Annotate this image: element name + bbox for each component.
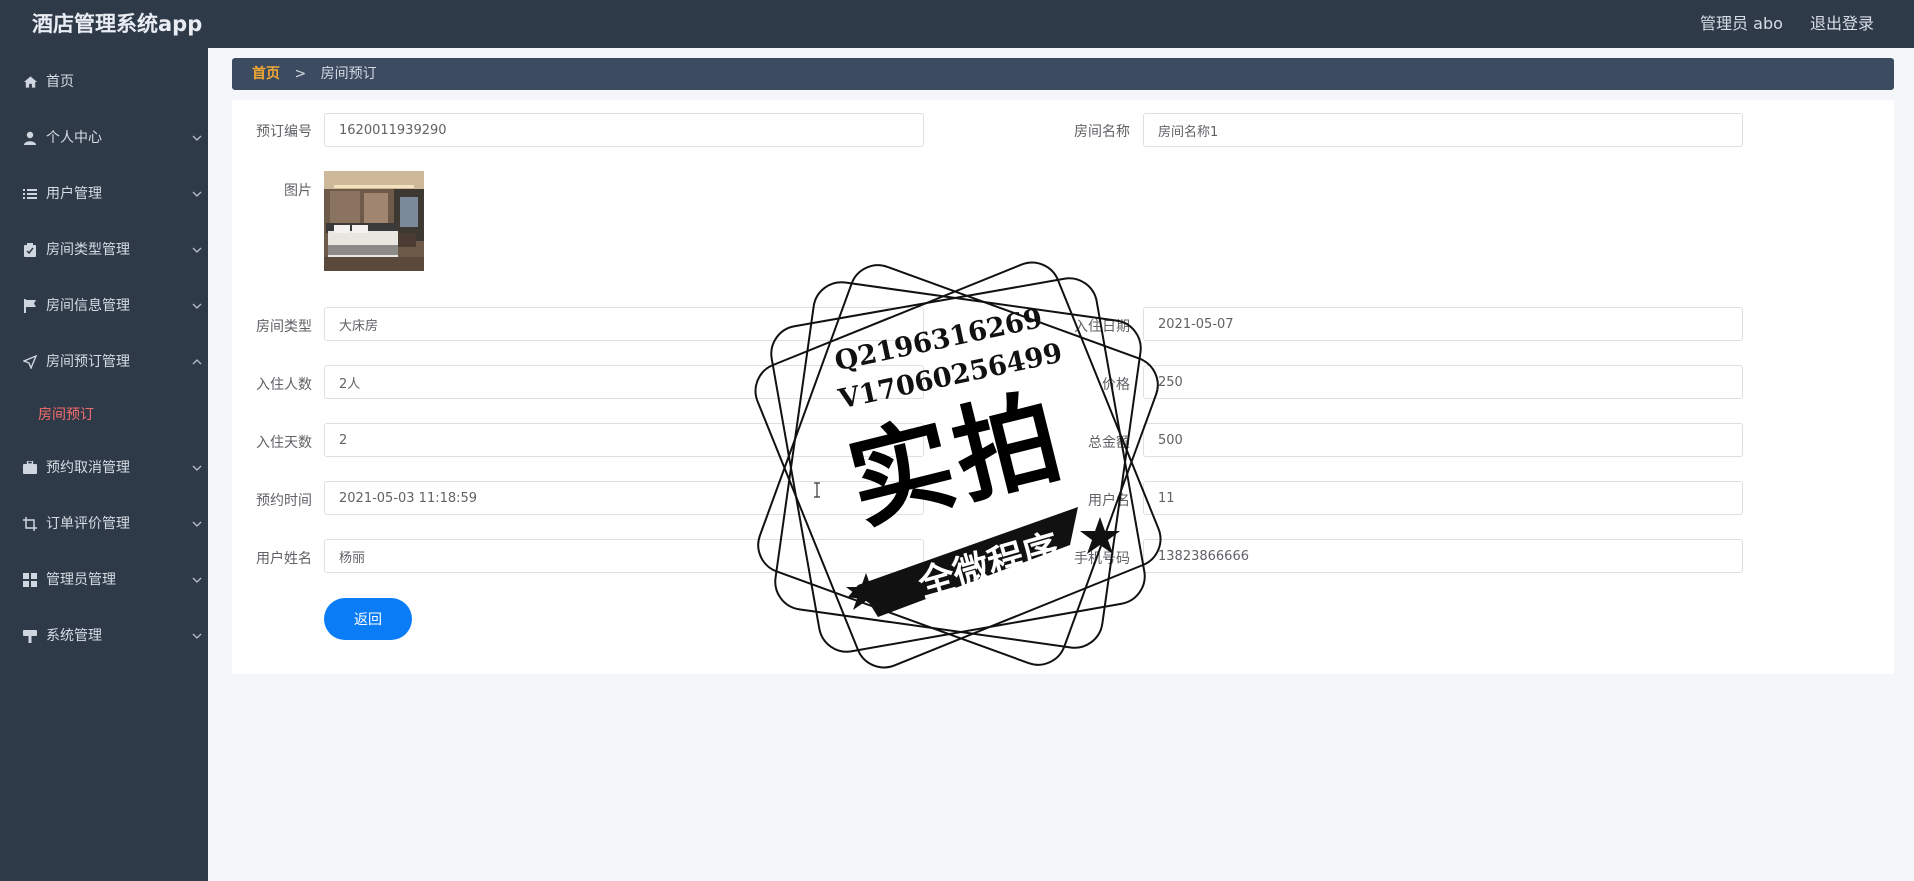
phone-input[interactable] xyxy=(1143,539,1743,573)
price-input[interactable] xyxy=(1143,365,1743,399)
chevron-down-icon xyxy=(192,110,202,166)
chevron-down-icon xyxy=(192,166,202,222)
sidebar-item-system-management[interactable]: 系统管理 xyxy=(0,608,208,664)
sign-icon xyxy=(22,608,38,664)
flag-icon xyxy=(22,278,38,334)
booking-time-label: 预约时间 xyxy=(256,493,312,509)
sidebar-item-cancel-management[interactable]: 预约取消管理 xyxy=(0,440,208,496)
breadcrumb-separator: > xyxy=(294,66,307,82)
grid-icon xyxy=(22,552,38,608)
chevron-down-icon xyxy=(192,552,202,608)
guests-input[interactable] xyxy=(324,365,924,399)
back-button[interactable]: 返回 xyxy=(324,598,412,640)
checkin-date-label: 入住日期 xyxy=(1074,319,1130,335)
sidebar-item-admin-management[interactable]: 管理员管理 xyxy=(0,552,208,608)
user-icon xyxy=(22,110,38,166)
realname-label: 用户姓名 xyxy=(256,551,312,567)
room-image[interactable] xyxy=(324,171,424,271)
top-bar: 酒店管理系统app 管理员 abo 退出登录 xyxy=(0,0,1914,48)
crop-icon xyxy=(22,496,38,552)
logout-button[interactable]: 退出登录 xyxy=(1810,14,1874,33)
sidebar-item-label: 管理员管理 xyxy=(46,572,116,588)
sidebar-item-label: 首页 xyxy=(46,74,74,90)
guests-label: 入住人数 xyxy=(256,377,312,393)
admin-label: 管理员 abo xyxy=(1700,14,1783,33)
chevron-down-icon xyxy=(192,440,202,496)
breadcrumb: 首页 > 房间预订 xyxy=(232,58,1894,90)
breadcrumb-home-link[interactable]: 首页 xyxy=(252,66,280,82)
chevron-up-icon xyxy=(192,334,202,390)
list-icon xyxy=(22,166,38,222)
image-label: 图片 xyxy=(284,183,312,199)
sidebar-item-personal-center[interactable]: 个人中心 xyxy=(0,110,208,166)
checkin-date-input[interactable] xyxy=(1143,307,1743,341)
sidebar-item-user-management[interactable]: 用户管理 xyxy=(0,166,208,222)
days-label: 入住天数 xyxy=(256,435,312,451)
order-no-label: 预订编号 xyxy=(256,124,312,140)
sidebar: 首页 个人中心 用户管理 房间类型管理 房间信息管理 房间预订管理 房间预订 预… xyxy=(0,48,208,881)
send-icon xyxy=(22,334,38,390)
sidebar-item-review-management[interactable]: 订单评价管理 xyxy=(0,496,208,552)
sidebar-item-room-booking-management[interactable]: 房间预订管理 xyxy=(0,334,208,390)
sidebar-item-room-info-management[interactable]: 房间信息管理 xyxy=(0,278,208,334)
room-name-input[interactable] xyxy=(1143,113,1743,147)
sidebar-item-room-type-management[interactable]: 房间类型管理 xyxy=(0,222,208,278)
total-label: 总金额 xyxy=(1088,435,1130,451)
booking-time-input[interactable] xyxy=(324,481,924,515)
sidebar-item-label: 房间信息管理 xyxy=(46,298,130,314)
sidebar-item-label: 预约取消管理 xyxy=(46,460,130,476)
sidebar-item-label: 订单评价管理 xyxy=(46,516,130,532)
room-type-label: 房间类型 xyxy=(256,319,312,335)
top-right-area: 管理员 abo 退出登录 xyxy=(1700,0,1874,48)
price-label: 价格 xyxy=(1102,377,1130,393)
sidebar-item-label: 房间预订管理 xyxy=(46,354,130,370)
booking-detail-form: 预订编号 房间名称 图片 房间类型 入住日期 入住人数 价格 入住天数 xyxy=(232,100,1894,674)
sidebar-item-label: 房间类型管理 xyxy=(46,242,130,258)
room-name-label: 房间名称 xyxy=(1074,124,1130,140)
briefcase-icon xyxy=(22,440,38,496)
sidebar-item-home[interactable]: 首页 xyxy=(0,54,208,110)
chevron-down-icon xyxy=(192,608,202,664)
chevron-down-icon xyxy=(192,278,202,334)
sidebar-item-label: 个人中心 xyxy=(46,130,102,146)
text-cursor-icon xyxy=(813,482,821,502)
username-input[interactable] xyxy=(1143,481,1743,515)
order-no-input[interactable] xyxy=(324,113,924,147)
sidebar-item-label: 系统管理 xyxy=(46,628,102,644)
days-input[interactable] xyxy=(324,423,924,457)
room-type-input[interactable] xyxy=(324,307,924,341)
username-label: 用户名 xyxy=(1088,493,1130,509)
sidebar-subitem-room-booking[interactable]: 房间预订 xyxy=(0,390,208,440)
sidebar-item-label: 用户管理 xyxy=(46,186,102,202)
realname-input[interactable] xyxy=(324,539,924,573)
chevron-down-icon xyxy=(192,496,202,552)
breadcrumb-current: 房间预订 xyxy=(320,66,377,82)
phone-label: 手机号码 xyxy=(1074,551,1130,567)
total-input[interactable] xyxy=(1143,423,1743,457)
clipboard-icon xyxy=(22,222,38,278)
home-icon xyxy=(22,54,38,110)
chevron-down-icon xyxy=(192,222,202,278)
app-title: 酒店管理系统app xyxy=(32,12,203,36)
